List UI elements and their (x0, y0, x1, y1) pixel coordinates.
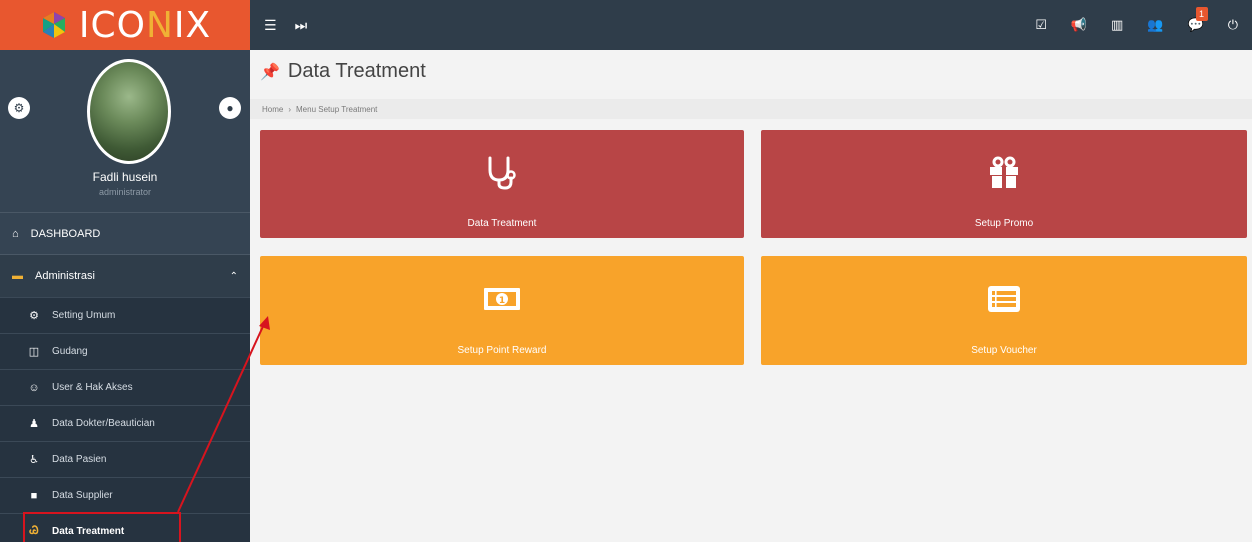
user-icon: ♟ (29, 418, 39, 430)
stethoscope-icon (488, 156, 516, 190)
topbar: ☰ ⏭ ☑ 📢 ▥ 👥 💬 1 ⏻ (250, 0, 1252, 50)
logo-text-highlight: N (145, 4, 174, 46)
tile-setup-point-reward[interactable]: 1 Setup Point Reward (260, 256, 744, 365)
sidebar-item-label: Data Treatment (52, 526, 125, 537)
columns-icon: ◫ (28, 346, 40, 358)
tile-setup-promo[interactable]: Setup Promo (761, 130, 1247, 238)
sidebar-item-label: DASHBOARD (30, 227, 101, 240)
barcode-icon[interactable]: ▥ (1111, 17, 1123, 33)
credit-card-icon: ▬ (12, 270, 23, 282)
profile-panel: ⚙ ● Fadli husein administrator (0, 50, 250, 212)
wheelchair-icon: ♿ (29, 454, 39, 466)
profile-role: administrator (98, 187, 152, 197)
sidebar-item-label: User & Hak Akses (52, 382, 133, 393)
logo-gem-icon (42, 12, 65, 38)
svg-text:1: 1 (499, 296, 505, 306)
sidebar-item-dashboard[interactable]: ⌂ DASHBOARD (0, 212, 250, 254)
fast-forward-icon[interactable]: ⏭ (295, 17, 308, 34)
power-icon[interactable]: ⏻ (1228, 17, 1238, 33)
bullhorn-icon[interactable]: 📢 (1071, 17, 1087, 33)
smile-icon: ☺ (28, 381, 40, 394)
sidebar: ICONIX ⚙ ● Fadli husein administrator ⌂ … (0, 0, 250, 542)
checkbox-icon[interactable]: ☑ (1035, 17, 1047, 33)
logo-text-end: IX (173, 4, 212, 46)
list-alt-icon (988, 286, 1020, 312)
tile-label: Setup Promo (974, 218, 1034, 229)
avatar[interactable] (87, 59, 171, 164)
tile-label: Setup Voucher (971, 345, 1037, 356)
notification-badge: 1 (1195, 7, 1208, 21)
gear-icon: ⚙ (29, 310, 39, 322)
topbar-left: ☰ ⏭ (264, 0, 307, 50)
breadcrumb-home[interactable]: Home (262, 105, 283, 114)
sidebar-item-data-supplier[interactable]: ■ Data Supplier (0, 477, 250, 513)
chevron-up-icon: ⌃ (229, 270, 238, 282)
breadcrumb-current: Menu Setup Treatment (296, 104, 378, 114)
sidebar-item-data-treatment[interactable]: Ꮚ Data Treatment (0, 513, 250, 542)
chat-notification-icon[interactable]: 💬 1 (1188, 7, 1208, 33)
sidebar-item-label: Data Dokter/Beautician (52, 418, 155, 429)
topbar-right: ☑ 📢 ▥ 👥 💬 1 ⏻ (1035, 0, 1238, 50)
logo-text: ICONIX (79, 5, 211, 46)
sidebar-item-user-hak-akses[interactable]: ☺ User & Hak Akses (0, 369, 250, 405)
sidebar-item-gudang[interactable]: ◫ Gudang (0, 333, 250, 369)
home-icon: ⌂ (12, 227, 19, 240)
page-title: 📌 Data Treatment (260, 60, 426, 83)
page-title-text: Data Treatment (287, 60, 426, 82)
logo-text-start: ICO (78, 4, 146, 46)
gift-icon (990, 156, 1018, 188)
tile-data-treatment[interactable]: Data Treatment (260, 130, 744, 238)
sidebar-item-label: Setting Umum (52, 310, 116, 321)
truck-icon: ■ (30, 489, 38, 502)
settings-icon[interactable]: ⚙ (8, 97, 30, 119)
chevron-right-icon: › (288, 104, 292, 114)
stethoscope-icon: Ꮚ (29, 525, 39, 537)
tile-setup-voucher[interactable]: Setup Voucher (761, 256, 1247, 365)
menu-toggle-icon[interactable]: ☰ (264, 17, 277, 34)
sidebar-item-setting-umum[interactable]: ⚙ Setting Umum (0, 297, 250, 333)
chat-icon[interactable]: ● (219, 97, 241, 119)
pushpin-icon: 📌 (260, 63, 280, 81)
money-icon: 1 (484, 288, 520, 310)
sidebar-item-data-pasien[interactable]: ♿ Data Pasien (0, 441, 250, 477)
tile-label: Data Treatment (467, 218, 537, 229)
app-logo[interactable]: ICONIX (0, 0, 250, 50)
sidebar-item-label: Gudang (52, 346, 88, 357)
users-icon[interactable]: 👥 (1147, 17, 1163, 33)
breadcrumb: Home › Menu Setup Treatment (250, 99, 1252, 119)
sidebar-group-administrasi[interactable]: ▬ Administrasi ⌃ (0, 254, 250, 297)
sidebar-group-label: Administrasi (35, 270, 95, 282)
main-content: 📌 Data Treatment Home › Menu Setup Treat… (250, 50, 1252, 542)
profile-name: Fadli husein (92, 170, 158, 184)
sidebar-item-label: Data Supplier (52, 490, 113, 501)
sidebar-item-label: Data Pasien (52, 454, 107, 465)
tile-label: Setup Point Reward (457, 345, 547, 356)
sidebar-item-data-dokter[interactable]: ♟ Data Dokter/Beautician (0, 405, 250, 441)
